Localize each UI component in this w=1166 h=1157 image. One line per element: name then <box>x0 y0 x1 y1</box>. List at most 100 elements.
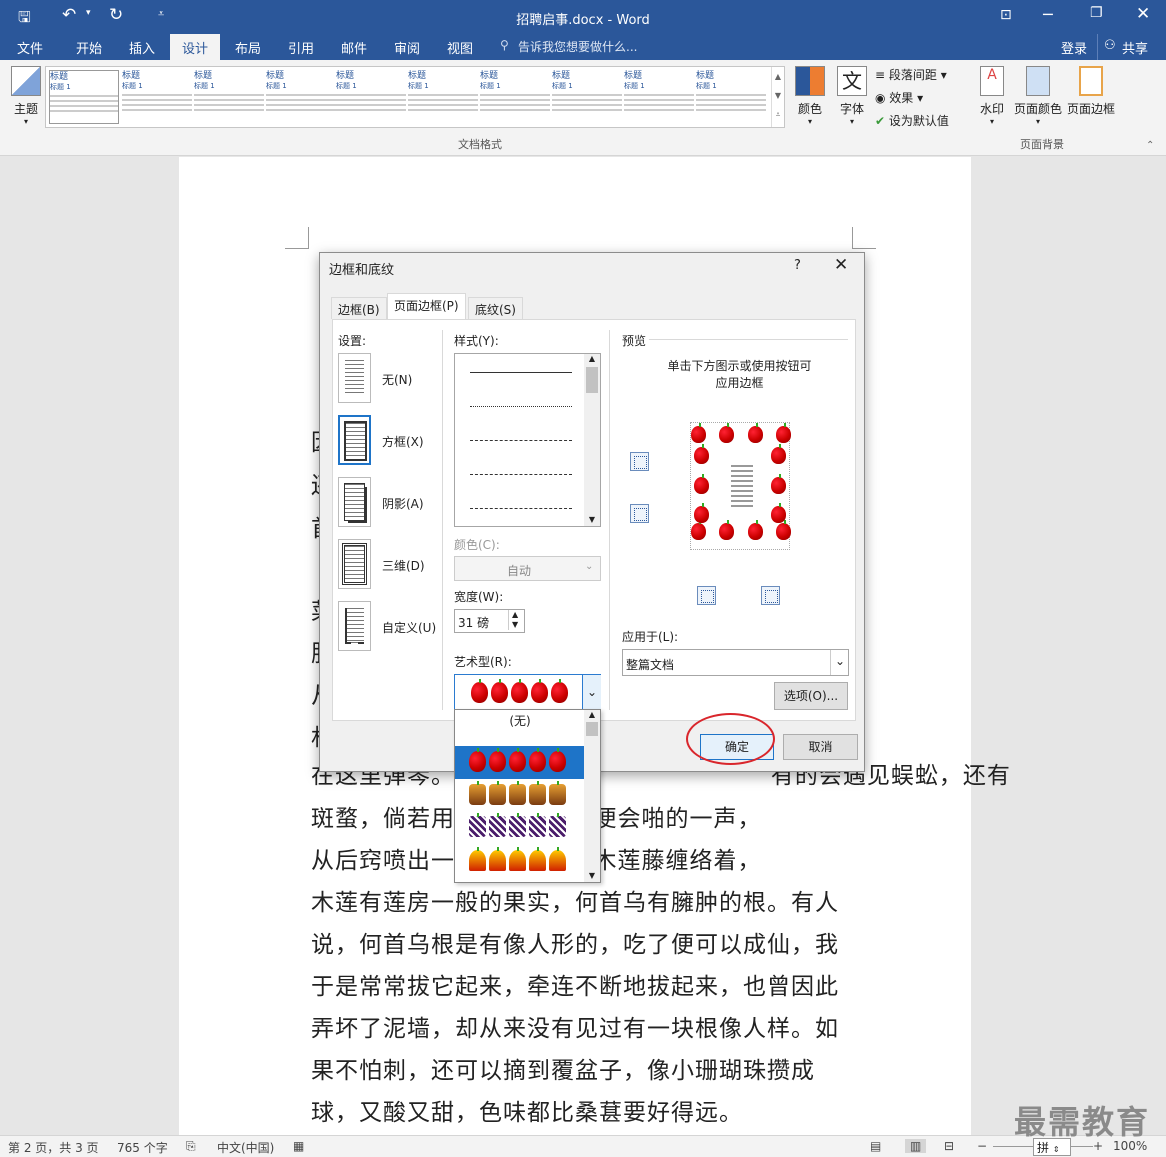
style-dash-long[interactable] <box>470 508 572 509</box>
fonts-button[interactable]: 文 字体 ▾ <box>835 66 869 126</box>
style-set-8[interactable]: 标题 标题 1 <box>624 70 694 124</box>
style-set-heading: 标题 1 <box>50 83 71 91</box>
tab-mailings[interactable]: 邮件 <box>341 38 367 57</box>
document-line[interactable]: 说，何首乌根是有像人形的，吃了便可以成仙，我 <box>311 925 839 959</box>
cancel-button[interactable]: 取消 <box>783 734 858 760</box>
style-set-line <box>552 99 622 101</box>
proofing-icon[interactable]: ⎘ <box>186 1139 196 1154</box>
document-line[interactable]: 弄坏了泥墙，却从来没有见过有一块根像人样。如 <box>311 1009 839 1043</box>
setting-shadow-icon[interactable] <box>338 477 371 527</box>
signin-link[interactable]: 登录 <box>1061 38 1087 57</box>
style-set-6[interactable]: 标题 标题 1 <box>480 70 550 124</box>
preview-bottom-border-button[interactable] <box>630 504 649 523</box>
word-count[interactable]: 765 个字 <box>117 1139 168 1156</box>
style-solid[interactable] <box>470 372 572 373</box>
tab-shading[interactable]: 底纹(S) <box>468 297 523 319</box>
fonts-label: 字体 <box>839 102 864 116</box>
macro-icon[interactable]: ▦ <box>293 1139 304 1153</box>
apply-dropdown[interactable]: 整篇文档 ⌄ <box>622 649 849 676</box>
style-dashed[interactable] <box>470 474 572 475</box>
setting-shadow[interactable]: 阴影(A) <box>382 495 424 512</box>
close-icon[interactable]: ✕ <box>1136 4 1150 24</box>
setting-box[interactable]: 方框(X) <box>382 433 424 450</box>
style-set-1[interactable]: 标题 标题 1 <box>122 70 192 124</box>
preview-top-border-button[interactable] <box>630 452 649 471</box>
setting-none[interactable]: 无(N) <box>382 371 412 388</box>
art-list-scrollbar[interactable]: ▲ ▼ <box>584 710 600 882</box>
tab-insert[interactable]: 插入 <box>129 38 155 57</box>
print-layout-icon[interactable]: ▥ <box>905 1139 927 1153</box>
gallery-scroll[interactable]: ▲ ▼ ⩡ <box>771 67 784 127</box>
tab-view[interactable]: 视图 <box>447 38 473 57</box>
setting-custom[interactable]: 自定义(U) <box>382 619 436 636</box>
share-button[interactable]: ⚇ 共享 <box>1097 34 1159 60</box>
watermark-button[interactable]: A 水印 ▾ <box>975 66 1009 126</box>
tab-design[interactable]: 设计 <box>170 34 221 60</box>
chevron-down-icon[interactable]: ⌄ <box>582 675 601 711</box>
setting-none-icon[interactable] <box>338 353 371 403</box>
close-icon[interactable]: ✕ <box>834 255 848 275</box>
setting-3d-icon[interactable] <box>338 539 371 589</box>
tell-me-input[interactable]: 告诉我您想要做什么... <box>518 38 637 55</box>
minimize-icon[interactable]: ─ <box>1043 5 1053 24</box>
setting-3d[interactable]: 三维(D) <box>382 557 425 574</box>
preview-left-border-button[interactable] <box>697 586 716 605</box>
art-option-apples[interactable] <box>455 746 584 779</box>
chevron-down-icon: ⌄ <box>585 561 594 572</box>
ribbon-display-icon[interactable]: ⊡ <box>1000 7 1012 23</box>
style-set-0[interactable]: 标题 标题 1 <box>49 70 119 124</box>
art-option-cakes[interactable] <box>469 781 569 814</box>
maximize-icon[interactable]: ❐ <box>1090 5 1103 21</box>
style-set-5[interactable]: 标题 标题 1 <box>408 70 478 124</box>
document-line[interactable]: 于是常常拔它起来，牵连不断地拔起来，也曾因此 <box>311 967 839 1001</box>
help-button[interactable]: ? <box>794 258 801 273</box>
document-line[interactable]: 球，又酸又甜，色味都比桑葚要好得远。 <box>311 1093 743 1127</box>
preview-right-border-button[interactable] <box>761 586 780 605</box>
preview-apple-row <box>691 520 791 540</box>
options-button[interactable]: 选项(O)... <box>774 682 848 710</box>
page-count[interactable]: 第 2 页，共 3 页 <box>8 1139 99 1156</box>
style-set-4[interactable]: 标题 标题 1 <box>336 70 406 124</box>
tab-page-border[interactable]: 页面边框(P) <box>387 293 466 320</box>
width-spinner[interactable]: ▲ ▼ <box>508 610 518 630</box>
tab-layout[interactable]: 布局 <box>235 38 261 57</box>
tab-file[interactable]: 文件 <box>17 38 43 57</box>
tab-home[interactable]: 开始 <box>76 38 102 57</box>
page-color-button[interactable]: 页面颜色 ▾ <box>1013 66 1063 126</box>
zoom-out-icon[interactable]: − <box>977 1139 987 1153</box>
setting-box-icon[interactable] <box>338 415 371 465</box>
page-borders-button[interactable]: 页面边框 <box>1065 66 1117 117</box>
art-dropdown-list[interactable]: (无) ▲ ▼ <box>454 709 601 883</box>
margin-mark-left <box>285 227 309 249</box>
art-option-none[interactable]: (无) <box>455 712 585 729</box>
preview-page[interactable] <box>690 422 791 550</box>
tab-references[interactable]: 引用 <box>288 38 314 57</box>
set-default-button[interactable]: ✔ 设为默认值 <box>875 112 949 129</box>
tab-review[interactable]: 审阅 <box>394 38 420 57</box>
effects-button[interactable]: ◉ 效果 ▾ <box>875 89 923 106</box>
style-set-7[interactable]: 标题 标题 1 <box>552 70 622 124</box>
setting-custom-icon[interactable] <box>338 601 371 651</box>
width-field[interactable]: 31 磅 ▲ ▼ <box>454 609 525 633</box>
collapse-ribbon-icon[interactable]: ⌃ <box>1146 140 1154 151</box>
colors-button[interactable]: 颜色 ▾ <box>793 66 827 126</box>
paragraph-spacing-button[interactable]: ≡ 段落间距 ▾ <box>875 66 947 83</box>
style-set-2[interactable]: 标题 标题 1 <box>194 70 264 124</box>
style-dotted[interactable] <box>470 406 572 407</box>
style-dashed-small[interactable] <box>470 440 572 441</box>
language[interactable]: 中文(中国) <box>217 1139 274 1156</box>
style-listbox[interactable]: ▲ ▼ <box>454 353 601 527</box>
art-option-flames[interactable] <box>469 847 569 880</box>
style-scrollbar[interactable]: ▲ ▼ <box>584 354 600 526</box>
tab-borders[interactable]: 边框(B) <box>331 297 387 319</box>
art-dropdown[interactable]: ⌄ <box>454 674 601 712</box>
read-mode-icon[interactable]: ▤ <box>870 1139 881 1153</box>
style-set-9[interactable]: 标题 标题 1 <box>696 70 766 124</box>
web-layout-icon[interactable]: ⊟ <box>944 1139 954 1153</box>
themes-button[interactable]: 主题 ▾ <box>8 66 44 126</box>
art-option-candies[interactable] <box>469 813 569 846</box>
style-set-3[interactable]: 标题 标题 1 <box>266 70 336 124</box>
document-line[interactable]: 木莲有莲房一般的果实，何首乌有臃肿的根。有人 <box>311 883 839 917</box>
document-line[interactable]: 果不怕刺，还可以摘到覆盆子，像小珊瑚珠攒成 <box>311 1051 815 1085</box>
color-dropdown[interactable]: 自动 ⌄ <box>454 556 601 581</box>
